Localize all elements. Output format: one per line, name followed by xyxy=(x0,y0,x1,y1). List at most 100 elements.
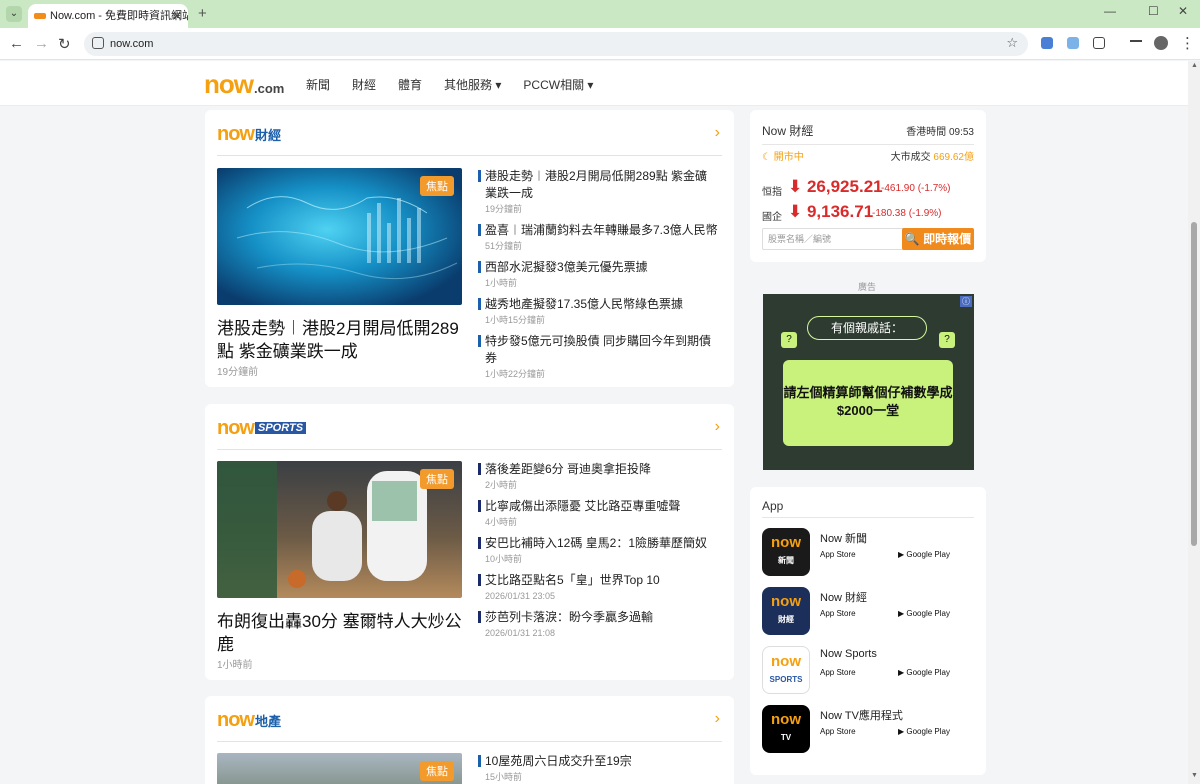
hscei-value[interactable]: ⬇ 9,136.71 xyxy=(788,202,873,222)
scroll-up-icon[interactable]: ▲ xyxy=(1191,62,1198,69)
site-logo[interactable]: now.com xyxy=(204,69,284,100)
site-info-icon[interactable] xyxy=(92,37,104,49)
nav-sports[interactable]: 體育 xyxy=(398,76,422,93)
reading-list-icon[interactable] xyxy=(1130,40,1142,48)
now-finance-app-icon[interactable]: now 財經 xyxy=(762,587,810,635)
nav-other-services[interactable]: 其他服務 ▾ xyxy=(444,76,501,93)
list-item[interactable]: 港股走勢︱港股2月開局低開289點 紫金礦業跌一成 19分鐘前 xyxy=(478,168,718,216)
google-play-label: Google Play xyxy=(906,668,950,677)
news-title[interactable]: 盈喜︱瑞浦蘭鈞料去年轉賺最多7.3億人民幣 xyxy=(485,222,718,239)
nav-news[interactable]: 新聞 xyxy=(306,76,330,93)
browser-tab[interactable]: Now.com - 免費即時資訊網站 ✕ xyxy=(28,4,188,28)
now-tv-app-icon[interactable]: now TV xyxy=(762,705,810,753)
back-icon[interactable]: ← xyxy=(9,35,24,52)
now-sports-app-icon[interactable]: now SPORTS xyxy=(762,646,810,694)
maximize-icon[interactable]: ☐ xyxy=(1148,4,1159,18)
list-item[interactable]: 盈喜︱瑞浦蘭鈞料去年轉賺最多7.3億人民幣 51分鐘前 xyxy=(478,222,718,253)
chevron-right-icon[interactable]: › xyxy=(715,124,720,142)
scroll-down-icon[interactable]: ▼ xyxy=(1191,772,1198,779)
new-tab-icon[interactable]: + xyxy=(198,5,207,22)
quote-button[interactable]: 🔍 即時報價 xyxy=(902,228,974,250)
finance-section-logo[interactable]: now財經 xyxy=(217,123,281,146)
list-item[interactable]: 安巴比補時入12碼 皇馬2：1險勝華歷簡奴 10小時前 xyxy=(478,535,718,566)
section-header: now財經 › xyxy=(217,110,722,156)
app-store-button[interactable]: App Store xyxy=(820,727,856,736)
property-section-logo[interactable]: now地產 xyxy=(217,709,281,732)
sports-section: now SPORTS › 焦點 布朗復出轟30分 塞爾特人大炒公鹿 1小時前 落後… xyxy=(205,404,734,680)
list-item[interactable]: 艾比路亞點名5「皇」世界Top 10 2026/01/31 23:05 xyxy=(478,572,718,603)
market-widget: Now 財經 香港時間 09:53 ☾ 開市中 大市成交 669.62億 恒指 … xyxy=(750,110,986,262)
extensions-puzzle-icon[interactable] xyxy=(1093,37,1105,49)
chevron-right-icon[interactable]: › xyxy=(715,418,720,436)
scrollbar-thumb[interactable] xyxy=(1191,222,1197,546)
close-window-icon[interactable]: ✕ xyxy=(1178,4,1188,18)
news-time: 19分鐘前 xyxy=(485,204,523,214)
finance-hero-image[interactable]: 焦點 xyxy=(217,168,462,305)
news-title[interactable]: 港股走勢︱港股2月開局低開289點 紫金礦業跌一成 xyxy=(485,168,718,202)
app-store-button[interactable]: App Store xyxy=(820,668,856,677)
ad-info-icon[interactable]: ⓘ xyxy=(960,296,972,307)
app-now-finance[interactable]: now 財經 Now 財經 App Store ▶ Google Play xyxy=(762,587,974,635)
app-name[interactable]: Now 財經 xyxy=(820,589,867,605)
news-title[interactable]: 莎芭列卡落淚：盼今季贏多過輸 xyxy=(485,609,718,626)
extension-icon[interactable] xyxy=(1041,37,1053,49)
finance-hero-title[interactable]: 港股走勢︱港股2月開局低開289點 紫金礦業跌一成 xyxy=(217,317,467,363)
forward-icon[interactable]: → xyxy=(34,35,49,52)
google-play-button[interactable]: ▶ Google Play xyxy=(898,550,950,559)
property-hero-image[interactable]: 焦點 xyxy=(217,753,462,784)
sports-hero-image[interactable]: 焦點 xyxy=(217,461,462,598)
bookmark-star-icon[interactable]: ☆ xyxy=(1006,35,1018,51)
ad-message: 請左個精算師幫個仔補數學成$2000一堂 xyxy=(783,360,953,446)
question-icon: ? xyxy=(781,332,797,348)
sports-section-logo[interactable]: now SPORTS xyxy=(217,417,307,440)
google-play-button[interactable]: ▶ Google Play xyxy=(898,609,950,618)
google-play-button[interactable]: ▶ Google Play xyxy=(898,727,950,736)
news-title[interactable]: 西部水泥擬發3億美元優先票據 xyxy=(485,259,718,276)
app-now-news[interactable]: now 新聞 Now 新聞 App Store ▶ Google Play xyxy=(762,528,974,576)
turnover-label: 大市成交 xyxy=(890,152,931,163)
news-title[interactable]: 落後差距變6分 哥迪奧拿拒投降 xyxy=(485,461,718,478)
list-item[interactable]: 比寧咸傷出添隱憂 艾比路亞專重噓聲 4小時前 xyxy=(478,498,718,529)
nav-finance[interactable]: 財經 xyxy=(352,76,376,93)
app-now-tv[interactable]: now TV Now TV應用程式 App Store ▶ Google Play xyxy=(762,705,974,753)
minimize-icon[interactable]: — xyxy=(1104,4,1116,18)
list-item[interactable]: 特步發5億元可換股債 同步購回今年到期債券 1小時22分鐘前 xyxy=(478,333,718,381)
news-title[interactable]: 艾比路亞點名5「皇」世界Top 10 xyxy=(485,572,718,589)
news-title[interactable]: 越秀地產擬發17.35億人民幣綠色票據 xyxy=(485,296,718,313)
news-title[interactable]: 比寧咸傷出添隱憂 艾比路亞專重噓聲 xyxy=(485,498,718,515)
google-play-button[interactable]: ▶ Google Play xyxy=(898,668,950,677)
extension-icon[interactable] xyxy=(1067,37,1079,49)
news-title[interactable]: 安巴比補時入12碼 皇馬2：1險勝華歷簡奴 xyxy=(485,535,718,552)
hscei-label: 國企 xyxy=(762,212,782,223)
profile-avatar[interactable] xyxy=(1154,36,1168,50)
app-name[interactable]: Now Sports xyxy=(820,648,877,660)
list-item[interactable]: 越秀地產擬發17.35億人民幣綠色票據 1小時15分鐘前 xyxy=(478,296,718,327)
app-now-sports[interactable]: now SPORTS Now Sports App Store ▶ Google … xyxy=(762,646,974,694)
url-input[interactable]: now.com ☆ xyxy=(84,32,1028,56)
nav-pccw[interactable]: PCCW相關 ▾ xyxy=(523,76,593,93)
list-item[interactable]: 西部水泥擬發3億美元優先票據 1小時前 xyxy=(478,259,718,290)
sports-hero-title[interactable]: 布朗復出轟30分 塞爾特人大炒公鹿 xyxy=(217,610,467,656)
market-title[interactable]: Now 財經 xyxy=(762,122,813,139)
ad-banner[interactable]: ⓘ 有個親戚話： ? ? 請左個精算師幫個仔補數學成$2000一堂 xyxy=(763,294,974,470)
app-name[interactable]: Now 新聞 xyxy=(820,530,867,546)
list-item[interactable]: 10屋苑周六日成交升至19宗 15小時前 xyxy=(478,753,718,784)
chevron-right-icon[interactable]: › xyxy=(715,710,720,728)
app-store-button[interactable]: App Store xyxy=(820,550,856,559)
now-news-app-icon[interactable]: now 新聞 xyxy=(762,528,810,576)
app-store-label: App Store xyxy=(820,668,856,677)
list-item[interactable]: 莎芭列卡落淚：盼今季贏多過輸 2026/01/31 21:08 xyxy=(478,609,718,640)
url-text: now.com xyxy=(110,38,154,50)
hsi-label: 恒指 xyxy=(762,187,782,198)
app-store-button[interactable]: App Store xyxy=(820,609,856,618)
list-item[interactable]: 落後差距變6分 哥迪奧拿拒投降 2小時前 xyxy=(478,461,718,492)
news-title[interactable]: 10屋苑周六日成交升至19宗 xyxy=(485,753,718,770)
news-title[interactable]: 特步發5億元可換股債 同步購回今年到期債券 xyxy=(485,333,718,367)
tab-search-icon[interactable]: ⌄ xyxy=(6,6,22,22)
browser-menu-icon[interactable]: ⋮ xyxy=(1180,34,1195,52)
close-tab-icon[interactable]: ✕ xyxy=(172,4,182,28)
focus-badge: 焦點 xyxy=(420,469,454,489)
hsi-value[interactable]: ⬇ 26,925.21 xyxy=(788,177,883,197)
app-name[interactable]: Now TV應用程式 xyxy=(820,707,903,723)
reload-icon[interactable]: ↻ xyxy=(58,35,71,53)
